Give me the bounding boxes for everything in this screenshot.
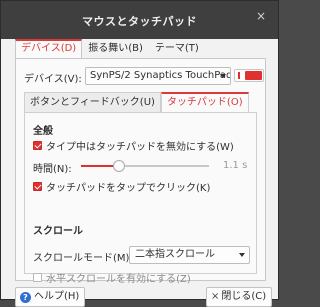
duration-value: 1.1 s xyxy=(223,160,248,171)
main-tabs: デバイス(D) 振る舞い(B) テーマ(T) xyxy=(15,39,205,59)
disable-while-typing-row[interactable]: タイプ中はタッチパッドを無効にする(W) xyxy=(33,138,234,153)
close-button-label: 閉じる(C) xyxy=(221,291,267,302)
device-select-value: SynPS/2 Synaptics TouchPad xyxy=(90,70,231,81)
horizontal-scroll-label: 水平スクロールを有効にする(Z) xyxy=(46,274,191,285)
tap-to-click-label: タッチパッドをタップでクリック(K) xyxy=(46,183,211,194)
horizontal-scroll-checkbox[interactable] xyxy=(33,273,42,282)
tab-buttons-feedback[interactable]: ボタンとフィードバック(U) xyxy=(24,92,161,113)
device-settings-tabs: ボタンとフィードバック(U) タッチパッド(O) xyxy=(24,92,249,113)
disable-while-typing-label: タイプ中はタッチパッドを無効にする(W) xyxy=(46,142,234,153)
mouse-touchpad-dialog: マウスとタッチパッド × デバイス(D) 振る舞い(B) テーマ(T) デバイス… xyxy=(0,0,279,307)
help-button[interactable]: ? ヘルプ(H) xyxy=(15,287,86,307)
scroll-mode-value: 二本指スクロール xyxy=(135,249,215,260)
duration-slider-thumb[interactable] xyxy=(113,160,126,172)
horizontal-scroll-row[interactable]: 水平スクロールを有効にする(Z) xyxy=(33,270,191,285)
general-heading: 全般 xyxy=(33,126,53,137)
close-icon: × xyxy=(211,291,220,302)
duration-label: 時間(N): xyxy=(33,164,72,175)
tap-to-click-row[interactable]: タッチパッドをタップでクリック(K) xyxy=(33,179,210,194)
titlebar[interactable]: マウスとタッチパッド × xyxy=(1,1,278,39)
toggle-on-mark xyxy=(238,72,240,79)
chevron-down-icon xyxy=(220,74,226,78)
close-button[interactable]: × 閉じる(C) xyxy=(206,287,273,307)
tab-touchpad[interactable]: タッチパッド(O) xyxy=(160,92,249,113)
device-enable-toggle[interactable] xyxy=(234,69,264,82)
disable-while-typing-checkbox[interactable] xyxy=(33,141,42,150)
device-label: デバイス(V): xyxy=(24,74,82,85)
window-title: マウスとタッチパッド xyxy=(82,15,197,28)
devices-page: デバイス(V): SynPS/2 Synaptics TouchPad ボタンと… xyxy=(15,58,266,285)
window-close-icon[interactable]: × xyxy=(254,9,268,23)
duration-slider[interactable] xyxy=(81,160,209,172)
help-button-label: ヘルプ(H) xyxy=(34,291,80,302)
scroll-heading: スクロール xyxy=(33,226,83,237)
tab-behavior[interactable]: 振る舞い(B) xyxy=(82,39,149,59)
scroll-mode-row: スクロールモード(M): 二本指スクロール xyxy=(33,246,251,264)
chevron-down-icon xyxy=(239,253,245,257)
toggle-knob xyxy=(245,71,262,80)
device-select[interactable]: SynPS/2 Synaptics TouchPad xyxy=(85,67,231,85)
scroll-mode-label: スクロールモード(M): xyxy=(33,253,133,264)
tap-to-click-checkbox[interactable] xyxy=(33,182,42,191)
tab-theme[interactable]: テーマ(T) xyxy=(149,39,205,59)
help-icon: ? xyxy=(20,291,31,303)
device-row: デバイス(V): SynPS/2 Synaptics TouchPad xyxy=(24,67,264,85)
duration-row: 時間(N): 1.1 s xyxy=(33,159,251,175)
tab-devices[interactable]: デバイス(D) xyxy=(15,39,83,59)
scroll-mode-select[interactable]: 二本指スクロール xyxy=(129,246,250,264)
touchpad-page: 全般 タイプ中はタッチパッドを無効にする(W) 時間(N): 1.1 s タッチ… xyxy=(24,112,257,285)
